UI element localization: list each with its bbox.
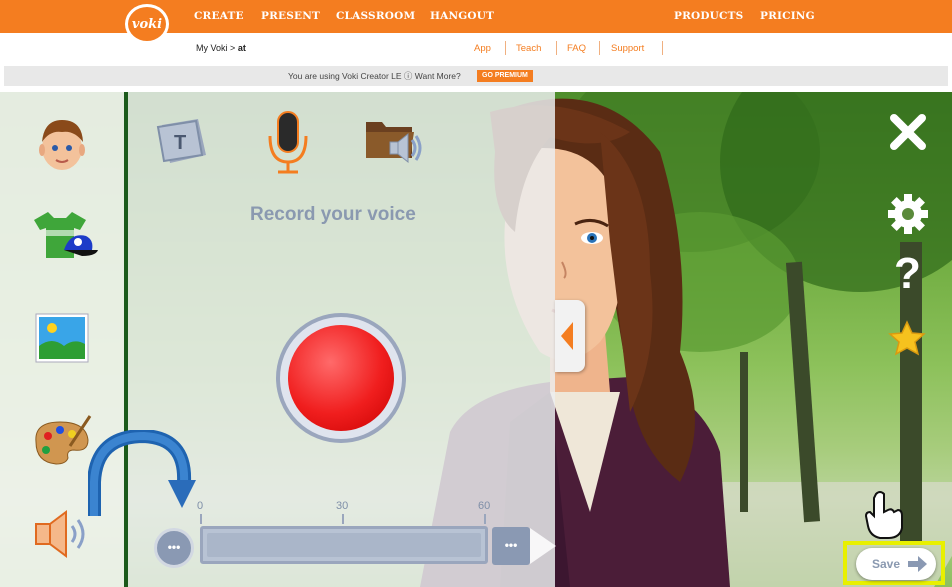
nav-products[interactable]: PRODUCTS — [674, 10, 743, 22]
record-title: Record your voice — [250, 204, 416, 225]
timeline-options-button[interactable]: ••• — [492, 527, 530, 565]
color-palette-icon[interactable] — [30, 410, 94, 474]
voice-icon[interactable] — [30, 506, 94, 570]
settings-gear-icon[interactable] — [886, 192, 930, 241]
link-teach[interactable]: Teach — [516, 43, 541, 54]
voki-app: CREATE PRESENT CLASSROOM HANGOUT PRODUCT… — [0, 0, 952, 587]
banner-text: You are using Voki Creator LE ⓘ Want Mor… — [288, 71, 461, 81]
breadcrumb-separator: > — [230, 43, 236, 53]
audio-timeline[interactable] — [200, 526, 488, 564]
close-icon[interactable] — [886, 110, 930, 159]
timeline-tick — [200, 514, 202, 524]
nav-classroom[interactable]: CLASSROOM — [336, 10, 415, 22]
nav-present[interactable]: PRESENT — [261, 10, 320, 22]
text-to-speech-icon[interactable]: T — [152, 115, 210, 174]
premium-banner: You are using Voki Creator LE ⓘ Want Mor… — [4, 66, 948, 86]
clothing-icon[interactable] — [30, 206, 98, 270]
breadcrumb-root[interactable]: My Voki — [196, 43, 228, 53]
separator — [556, 41, 557, 55]
favorite-star-icon[interactable] — [888, 320, 926, 361]
separator — [505, 41, 506, 55]
timeline-tick-label: 60 — [478, 500, 491, 512]
head-icon[interactable] — [30, 112, 94, 176]
curved-arrow-icon — [88, 430, 196, 516]
audio-timeline-fill — [207, 533, 481, 557]
help-icon[interactable]: ? — [890, 248, 926, 299]
link-app[interactable]: App — [474, 43, 491, 54]
chevron-left-icon — [561, 322, 573, 350]
svg-text:?: ? — [894, 249, 921, 294]
collapse-panel-tab[interactable] — [555, 300, 585, 372]
svg-text:T: T — [174, 132, 186, 154]
arrow-right-icon — [908, 556, 927, 572]
nav-hangout[interactable]: HANGOUT — [430, 10, 494, 22]
save-label: Save — [872, 557, 901, 571]
separator — [599, 41, 600, 55]
breadcrumb: My Voki > at — [196, 43, 246, 53]
nav-create[interactable]: CREATE — [194, 10, 244, 22]
nav-pricing[interactable]: PRICING — [760, 10, 815, 22]
logo-text: voki — [131, 16, 163, 32]
microphone-icon[interactable] — [266, 108, 310, 181]
breadcrumb-current: at — [237, 43, 246, 53]
play-icon[interactable] — [530, 528, 556, 564]
save-button[interactable]: Save — [856, 548, 936, 580]
timeline-tick — [342, 514, 344, 524]
timeline-tick-label: 0 — [197, 500, 204, 512]
background-icon[interactable] — [30, 310, 94, 374]
more-options-button[interactable]: ••• — [154, 528, 194, 568]
separator — [662, 41, 663, 55]
record-button-face — [288, 325, 394, 431]
timeline-tick — [484, 514, 486, 524]
upload-audio-icon[interactable] — [364, 114, 426, 173]
link-support[interactable]: Support — [611, 43, 644, 54]
hand-pointer-icon — [864, 491, 903, 539]
go-premium-button[interactable]: GO PREMIUM — [477, 70, 533, 82]
record-button[interactable] — [276, 313, 406, 443]
voki-logo[interactable]: voki — [125, 4, 169, 44]
link-faq[interactable]: FAQ — [567, 43, 586, 54]
timeline-tick-label: 30 — [336, 500, 349, 512]
